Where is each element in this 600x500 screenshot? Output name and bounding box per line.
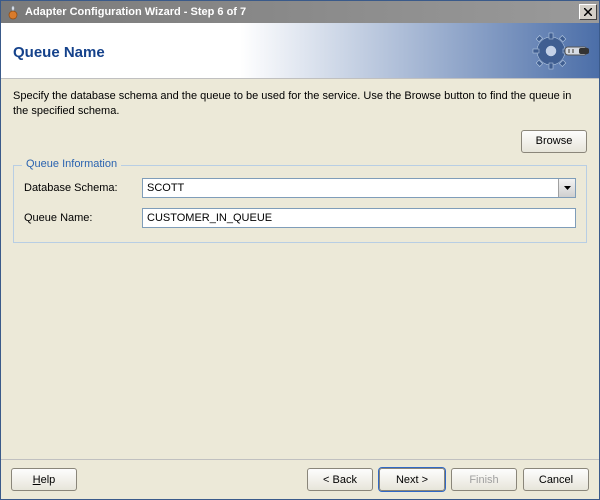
schema-value: SCOTT: [143, 182, 558, 194]
help-button[interactable]: Help: [11, 468, 77, 491]
queue-information-group: Queue Information Database Schema: SCOTT…: [13, 165, 587, 243]
titlebar: Adapter Configuration Wizard - Step 6 of…: [1, 1, 599, 23]
wizard-window: Adapter Configuration Wizard - Step 6 of…: [0, 0, 600, 500]
browse-row: Browse: [13, 130, 587, 153]
group-legend: Queue Information: [22, 158, 121, 170]
content-area: Specify the database schema and the queu…: [1, 79, 599, 459]
queue-name-label: Queue Name:: [24, 212, 142, 224]
cancel-button[interactable]: Cancel: [523, 468, 589, 491]
schema-combobox[interactable]: SCOTT: [142, 178, 576, 198]
banner: Queue Name: [1, 23, 599, 79]
back-button[interactable]: < Back: [307, 468, 373, 491]
next-button[interactable]: Next >: [379, 468, 445, 491]
instructions-text: Specify the database schema and the queu…: [13, 89, 587, 120]
browse-button[interactable]: Browse: [521, 130, 587, 153]
queue-name-row: Queue Name:: [24, 208, 576, 228]
schema-row: Database Schema: SCOTT: [24, 178, 576, 198]
queue-name-input[interactable]: [142, 208, 576, 228]
footer: Help < Back Next > Finish Cancel: [1, 459, 599, 499]
window-title: Adapter Configuration Wizard - Step 6 of…: [25, 6, 577, 18]
help-label-rest: elp: [41, 474, 56, 486]
finish-button[interactable]: Finish: [451, 468, 517, 491]
gear-icon: [527, 25, 591, 77]
app-icon: [5, 4, 21, 20]
schema-label: Database Schema:: [24, 182, 142, 194]
chevron-down-icon[interactable]: [558, 179, 575, 197]
close-button[interactable]: [579, 4, 597, 20]
page-title: Queue Name: [1, 40, 105, 61]
